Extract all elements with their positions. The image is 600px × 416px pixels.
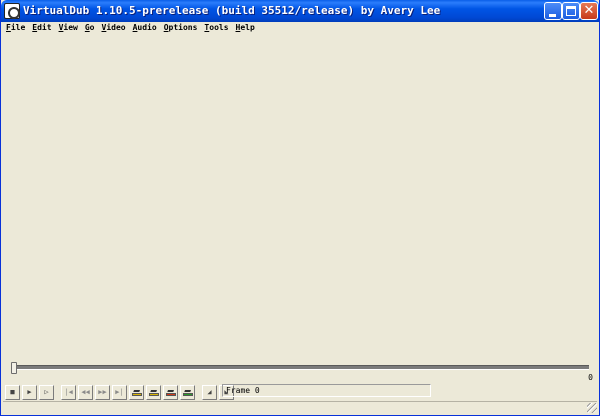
trackbar-end-label: 0: [588, 373, 593, 382]
position-trackbar[interactable]: [11, 362, 589, 374]
prev-keyframe-button[interactable]: [129, 384, 144, 400]
resize-grip-icon[interactable]: [587, 403, 597, 413]
menu-go[interactable]: Go: [82, 22, 99, 34]
title-bar[interactable]: VirtualDub 1.10.5-prerelease (build 3551…: [1, 0, 599, 22]
go-end-icon: ▶|: [115, 387, 124, 396]
minimize-icon: [549, 14, 556, 17]
step-back-icon: ◀◀: [81, 387, 90, 396]
next-scene-button[interactable]: [180, 384, 195, 400]
next-keyframe-button[interactable]: [146, 384, 161, 400]
menu-video[interactable]: Video: [99, 22, 130, 34]
menu-edit[interactable]: Edit: [29, 22, 55, 34]
stop-button[interactable]: ■: [5, 384, 20, 400]
window-title: VirtualDub 1.10.5-prerelease (build 3551…: [23, 4, 441, 17]
trackbar-channel: [13, 365, 589, 370]
video-pane-area: [3, 35, 597, 360]
maximize-icon: [566, 6, 576, 16]
prev-scene-button[interactable]: [163, 384, 178, 400]
go-start-icon: |◀: [64, 387, 73, 396]
go-start-button[interactable]: |◀: [61, 384, 76, 400]
trackbar-thumb[interactable]: [11, 362, 17, 374]
stop-icon: ■: [10, 387, 15, 396]
mark-in-button[interactable]: ◢: [202, 384, 217, 400]
status-bar: [3, 401, 597, 413]
frame-indicator: Frame 0: [222, 384, 431, 397]
menu-file[interactable]: File: [3, 22, 29, 34]
menu-audio[interactable]: Audio: [130, 22, 161, 34]
playback-toolbar: ■ ▶ ▷ |◀ ◀◀ ▶▶ ▶| ◢ ◣: [5, 384, 236, 400]
close-button[interactable]: ✕: [580, 2, 598, 20]
next-keyframe-icon: [148, 388, 159, 396]
menu-bar: File Edit View Go Video Audio Options To…: [3, 22, 599, 34]
menu-tools[interactable]: Tools: [201, 22, 232, 34]
prev-keyframe-icon: [131, 388, 142, 396]
menu-options[interactable]: Options: [161, 22, 202, 34]
play-output-icon: ▷: [44, 387, 49, 396]
go-end-button[interactable]: ▶|: [112, 384, 127, 400]
app-window: VirtualDub 1.10.5-prerelease (build 3551…: [0, 0, 600, 416]
menu-help[interactable]: Help: [233, 22, 259, 34]
step-back-button[interactable]: ◀◀: [78, 384, 93, 400]
step-forward-button[interactable]: ▶▶: [95, 384, 110, 400]
app-icon[interactable]: [4, 3, 20, 19]
close-icon: ✕: [583, 3, 595, 18]
play-input-icon: ▶: [27, 387, 32, 396]
maximize-button[interactable]: [562, 2, 580, 20]
play-input-button[interactable]: ▶: [22, 384, 37, 400]
minimize-button[interactable]: [544, 2, 562, 20]
prev-scene-icon: [165, 388, 176, 396]
next-scene-icon: [182, 388, 193, 396]
mark-in-icon: ◢: [207, 387, 212, 396]
step-forward-icon: ▶▶: [98, 387, 107, 396]
menu-view[interactable]: View: [56, 22, 82, 34]
play-output-button[interactable]: ▷: [39, 384, 54, 400]
